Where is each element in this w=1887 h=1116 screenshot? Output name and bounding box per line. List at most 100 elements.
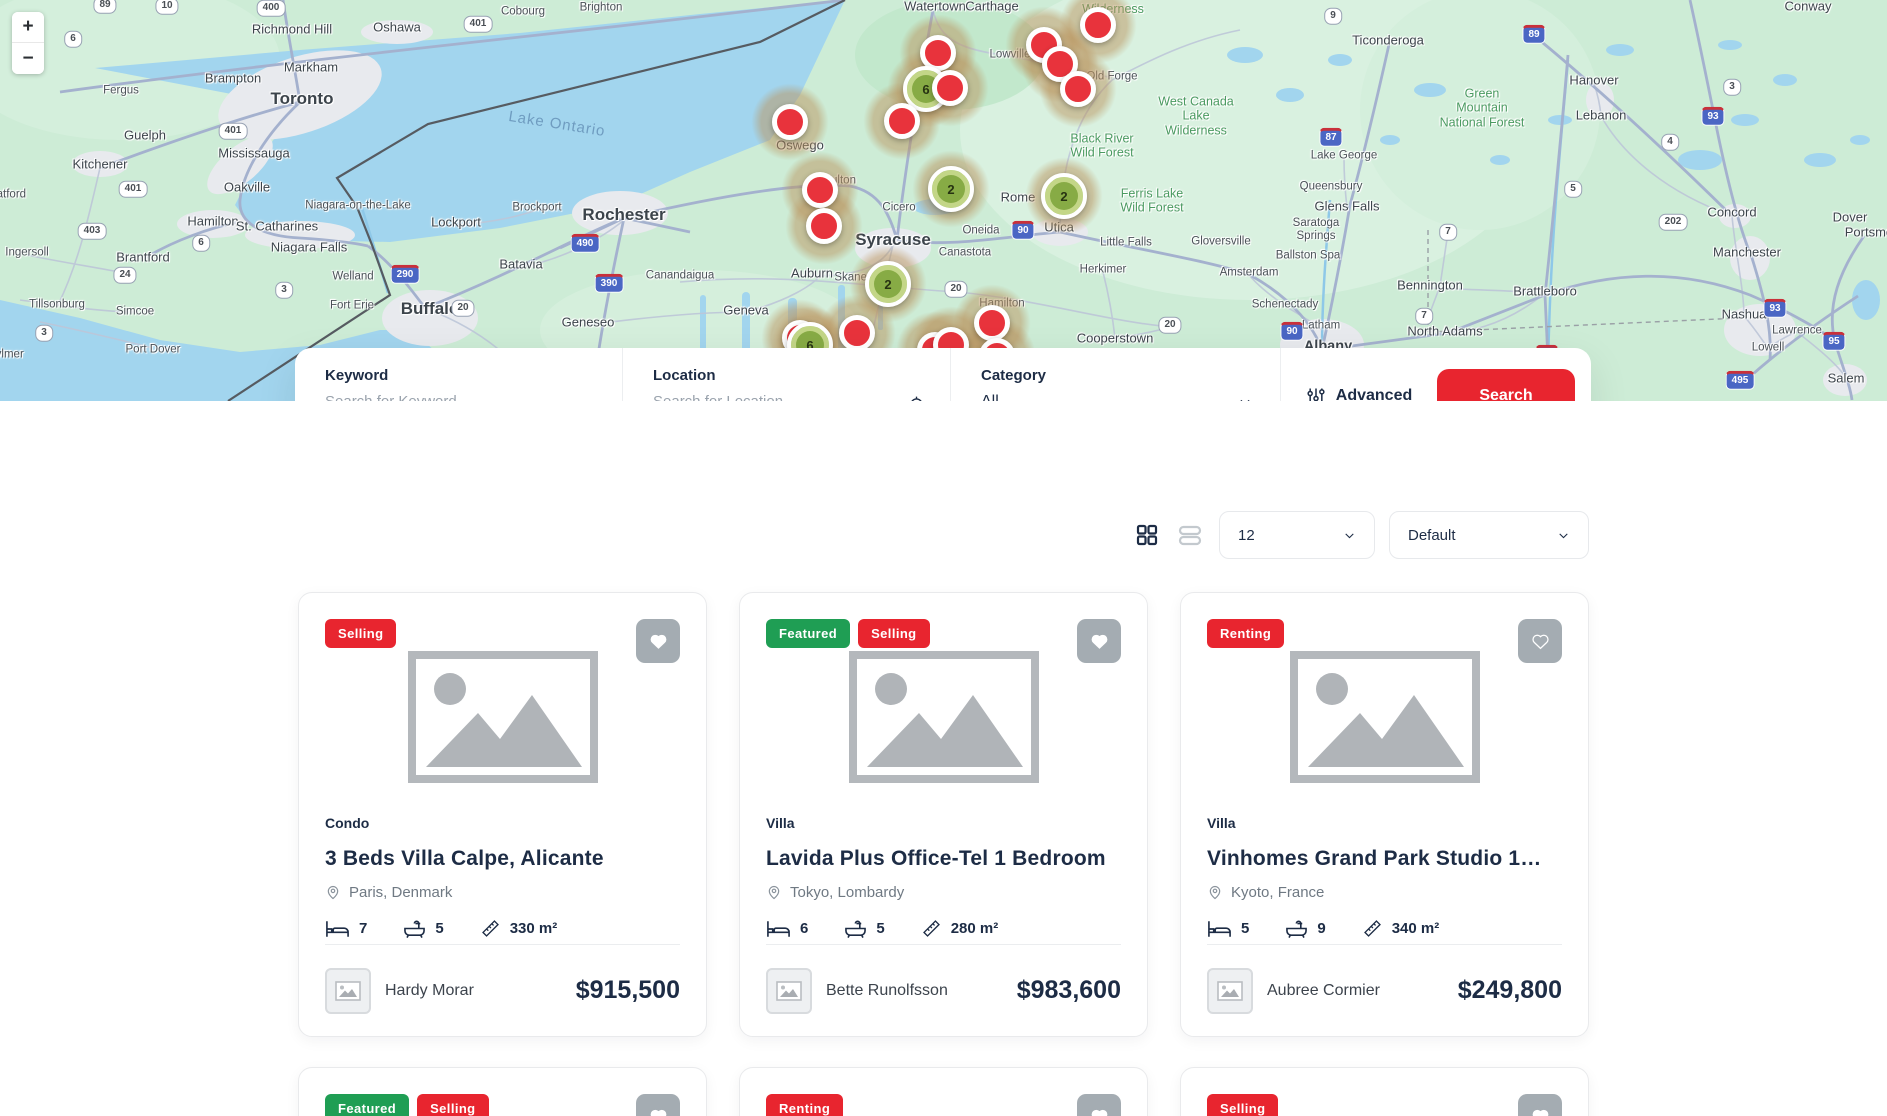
property-type-label: Condo [325,815,369,831]
property-price: $983,600 [1017,976,1121,1005]
property-stats: 6 5 280 m² [766,918,1121,939]
route-shield: 95 [1822,332,1845,351]
beds-stat: 5 [1207,919,1249,939]
advanced-filters-button[interactable]: Advanced [1281,348,1437,401]
property-type-label: Villa [766,815,795,831]
route-shield: 4 [1661,134,1679,151]
map-pin-icon [1207,884,1223,901]
agent-name: Hardy Morar [385,982,474,1000]
property-location: Paris, Denmark [325,884,680,901]
search-button[interactable]: Search [1437,369,1575,401]
heart-icon [649,1107,668,1116]
cluster-map-marker[interactable]: 2 [865,261,911,307]
zoom-in-button[interactable]: + [12,12,44,43]
favorite-button[interactable] [1077,619,1121,663]
badge-selling: Selling [858,619,929,648]
property-card[interactable]: FeaturedSelling [298,1067,707,1116]
gps-locate-icon[interactable] [907,395,926,401]
property-card[interactable]: FeaturedSelling Villa Lavida Plus Office… [739,592,1148,1037]
area-stat: 280 m² [921,918,999,939]
sort-select[interactable]: Default [1389,511,1589,559]
heart-icon [1090,632,1109,650]
property-location-text: Tokyo, Lombardy [790,884,904,901]
property-card[interactable]: Renting Villa Vinhomes Grand Park Studio… [1180,592,1589,1037]
route-shield: 87 [1319,128,1342,147]
ruler-icon [480,918,501,939]
route-shield: 403 [78,223,107,240]
property-card[interactable]: Selling Condo 3 Beds Villa Calpe, Alican… [298,592,707,1037]
agent-name: Bette Runolfsson [826,982,948,1000]
listing-grid: Selling Condo 3 Beds Villa Calpe, Alican… [298,592,1589,1116]
baths-stat: 5 [403,918,443,939]
property-image-placeholder [408,651,598,788]
badge-selling: Selling [417,1094,488,1116]
baths-value: 5 [876,920,884,937]
badge-row: FeaturedSelling [325,1094,489,1116]
agent-avatar [325,968,371,1014]
property-media: Renting Villa [1207,619,1562,831]
property-map-marker[interactable] [772,104,808,140]
bed-icon [1207,919,1232,939]
route-shield: 3 [35,325,53,342]
property-title[interactable]: 3 Beds Villa Calpe, Alicante [325,847,680,871]
area-value: 340 m² [1392,920,1440,937]
location-input[interactable] [653,393,924,401]
property-map-marker[interactable] [974,305,1010,341]
beds-value: 7 [359,920,367,937]
map-pin-icon [325,884,341,901]
keyword-label: Keyword [325,367,596,384]
property-card-footer: Hardy Morar $915,500 [325,944,680,1036]
category-select[interactable]: All [981,393,1254,401]
beds-stat: 7 [325,919,367,939]
per-page-select[interactable]: 12 [1219,511,1375,559]
chevron-down-icon [1557,529,1570,542]
bed-icon [325,919,350,939]
grid-view-button[interactable] [1133,521,1161,549]
favorite-button[interactable] [1518,1094,1562,1116]
property-location: Kyoto, France [1207,884,1562,901]
property-title[interactable]: Vinhomes Grand Park Studio 1… [1207,847,1562,871]
category-value: All [981,393,999,401]
property-card[interactable]: Renting [739,1067,1148,1116]
cluster-map-marker[interactable]: 2 [1041,173,1087,219]
badge-row: FeaturedSelling [766,619,930,648]
badge-renting: Renting [766,1094,843,1116]
property-map-marker[interactable] [932,70,968,106]
route-shield: 7 [1415,308,1433,325]
chevron-down-icon [1343,529,1356,542]
property-card-footer: Bette Runolfsson $983,600 [766,944,1121,1036]
ruler-icon [1362,918,1383,939]
property-map-marker[interactable] [839,315,875,351]
map[interactable]: Richmond HillOshawaCobourgBrightonMarkha… [0,0,1887,401]
property-map-marker[interactable] [884,103,920,139]
favorite-button[interactable] [1077,1094,1121,1116]
bath-icon [844,918,867,939]
heart-icon [1090,1107,1109,1116]
property-media: FeaturedSelling [325,1094,680,1116]
property-card[interactable]: Selling [1180,1067,1589,1116]
route-shield: 400 [257,0,286,16]
property-map-marker[interactable] [1080,7,1116,43]
property-title[interactable]: Lavida Plus Office-Tel 1 Bedroom [766,847,1121,871]
favorite-button[interactable] [636,1094,680,1116]
route-shield: 5 [1564,181,1582,198]
property-media: FeaturedSelling Villa [766,619,1121,831]
property-map-marker[interactable] [1060,71,1096,107]
route-shield: 20 [451,300,474,317]
property-map-marker[interactable] [802,172,838,208]
list-view-button[interactable] [1175,521,1205,549]
keyword-input[interactable] [325,393,596,401]
beds-stat: 6 [766,919,808,939]
badge-row: Renting [1207,619,1284,648]
heart-icon [1531,1107,1550,1116]
property-price: $249,800 [1458,976,1562,1005]
zoom-out-button[interactable]: − [12,43,44,74]
favorite-button[interactable] [1518,619,1562,663]
badge-renting: Renting [1207,619,1284,648]
badge-row: Selling [1207,1094,1278,1116]
property-map-marker[interactable] [806,208,842,244]
property-media: Selling Condo [325,619,680,831]
favorite-button[interactable] [636,619,680,663]
cluster-map-marker[interactable]: 2 [928,166,974,212]
route-shield: 9 [1324,8,1342,25]
